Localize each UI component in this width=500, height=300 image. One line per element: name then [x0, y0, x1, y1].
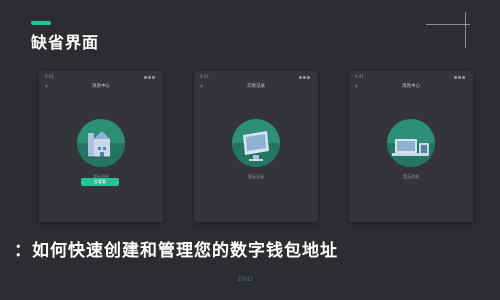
- view-button[interactable]: 去看看: [81, 178, 119, 186]
- status-time: 9:41: [45, 74, 54, 79]
- devices-icon: [387, 119, 435, 167]
- article-title: ：如何快速创建和管理您的数字钱包地址: [14, 241, 338, 261]
- crosshair-decoration-horizontal: [426, 24, 470, 25]
- signal-icon: [453, 75, 467, 79]
- phone-screen-messages-2: 9:41 ‹ 消息中心 暂无消息: [349, 71, 473, 222]
- empty-state-caption: 暂无记录: [248, 174, 264, 179]
- monitor-icon: [232, 119, 280, 167]
- signal-icon: [298, 75, 312, 79]
- watermark-text: END: [238, 275, 254, 283]
- status-bar: 9:41: [200, 74, 312, 81]
- status-bar: 9:41: [355, 74, 467, 81]
- empty-state-caption: 暂无消息: [403, 174, 419, 179]
- page-title: 缺省界面: [31, 33, 100, 52]
- nav-title: 消息中心: [402, 84, 420, 89]
- nav-title: 交易记录: [247, 84, 265, 89]
- status-time: 9:41: [200, 74, 209, 79]
- nav-bar: ‹ 消息中心: [349, 81, 473, 93]
- page: 缺省界面 9:41 ‹ 消息中心 暂无消息 去看看 9:41 ‹ 交易记录 暂无…: [0, 0, 500, 300]
- crosshair-decoration-vertical: [465, 12, 466, 48]
- status-time: 9:41: [355, 74, 364, 79]
- nav-title: 消息中心: [92, 84, 110, 89]
- phone-screen-messages: 9:41 ‹ 消息中心 暂无消息 去看看: [39, 71, 163, 222]
- nav-bar: ‹ 消息中心: [39, 81, 163, 93]
- phone-screen-transactions: 9:41 ‹ 交易记录 暂无记录: [194, 71, 318, 222]
- signal-icon: [143, 75, 157, 79]
- building-icon: [77, 119, 125, 167]
- nav-bar: ‹ 交易记录: [194, 81, 318, 93]
- title-accent-bar: [31, 21, 51, 25]
- status-bar: 9:41: [45, 74, 157, 81]
